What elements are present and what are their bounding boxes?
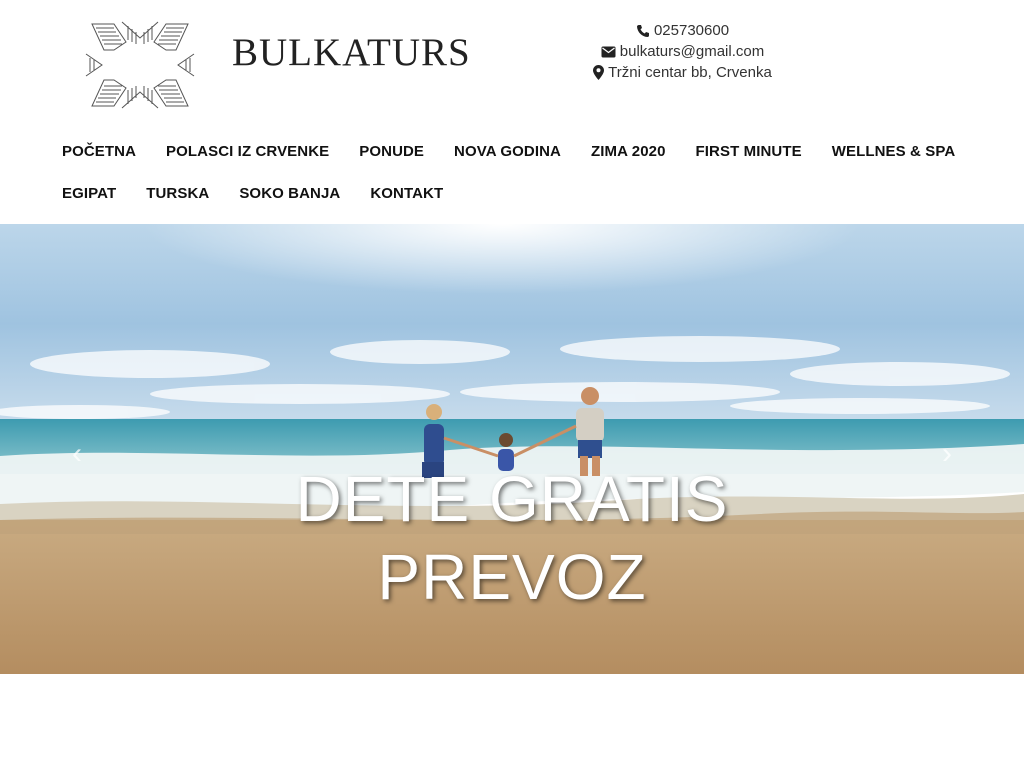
- nav-item-egipat[interactable]: EGIPAT: [62, 185, 116, 202]
- nav-item-zima-2020[interactable]: ZIMA 2020: [591, 143, 666, 160]
- contact-address[interactable]: Tržni centar bb, Crvenka: [560, 62, 805, 83]
- nav-item-polasci-iz-crvenke[interactable]: POLASCI IZ CRVENKE: [166, 143, 329, 160]
- contact-phone[interactable]: 025730600: [560, 20, 805, 41]
- contact-email[interactable]: bulkaturs@gmail.com: [560, 41, 805, 62]
- logo-icon[interactable]: [84, 20, 196, 110]
- brand-name[interactable]: BULKATURS: [232, 30, 471, 75]
- site-header: BULKATURS 025730600 bulkaturs@gmail.com …: [0, 0, 1024, 130]
- nav-item-first-minute[interactable]: FIRST MINUTE: [696, 143, 802, 160]
- nav-item-ponude[interactable]: PONUDE: [359, 143, 424, 160]
- nav-item-turska[interactable]: TURSKA: [146, 185, 209, 202]
- envelope-icon: [601, 46, 616, 57]
- hero-caption: DETE GRATIS PREVOZ: [0, 460, 1024, 616]
- email-address: bulkaturs@gmail.com: [619, 43, 765, 60]
- nav-item-kontakt[interactable]: KONTAKT: [370, 185, 443, 202]
- contact-info: 025730600 bulkaturs@gmail.com Tržni cent…: [560, 20, 805, 83]
- nav-row-2: EGIPAT TURSKA SOKO BANJA KONTAKT: [62, 172, 1002, 214]
- nav-item-nova-godina[interactable]: NOVA GODINA: [454, 143, 561, 160]
- map-marker-icon: [593, 65, 605, 80]
- main-navigation: POČETNA POLASCI IZ CRVENKE PONUDE NOVA G…: [62, 130, 1002, 214]
- address-text: Tržni centar bb, Crvenka: [608, 64, 772, 81]
- hero-carousel: ‹ › DETE GRATIS PREVOZ: [0, 224, 1024, 674]
- nav-item-soko-banja[interactable]: SOKO BANJA: [239, 185, 340, 202]
- phone-number: 025730600: [653, 22, 730, 39]
- phone-icon: [636, 24, 649, 37]
- nav-item-wellnes-spa[interactable]: WELLNES & SPA: [832, 143, 956, 160]
- hero-caption-line-2: PREVOZ: [377, 541, 647, 613]
- hero-caption-line-1: DETE GRATIS: [295, 463, 729, 535]
- nav-row-1: POČETNA POLASCI IZ CRVENKE PONUDE NOVA G…: [62, 130, 1002, 172]
- nav-item-pocetna[interactable]: POČETNA: [62, 143, 136, 160]
